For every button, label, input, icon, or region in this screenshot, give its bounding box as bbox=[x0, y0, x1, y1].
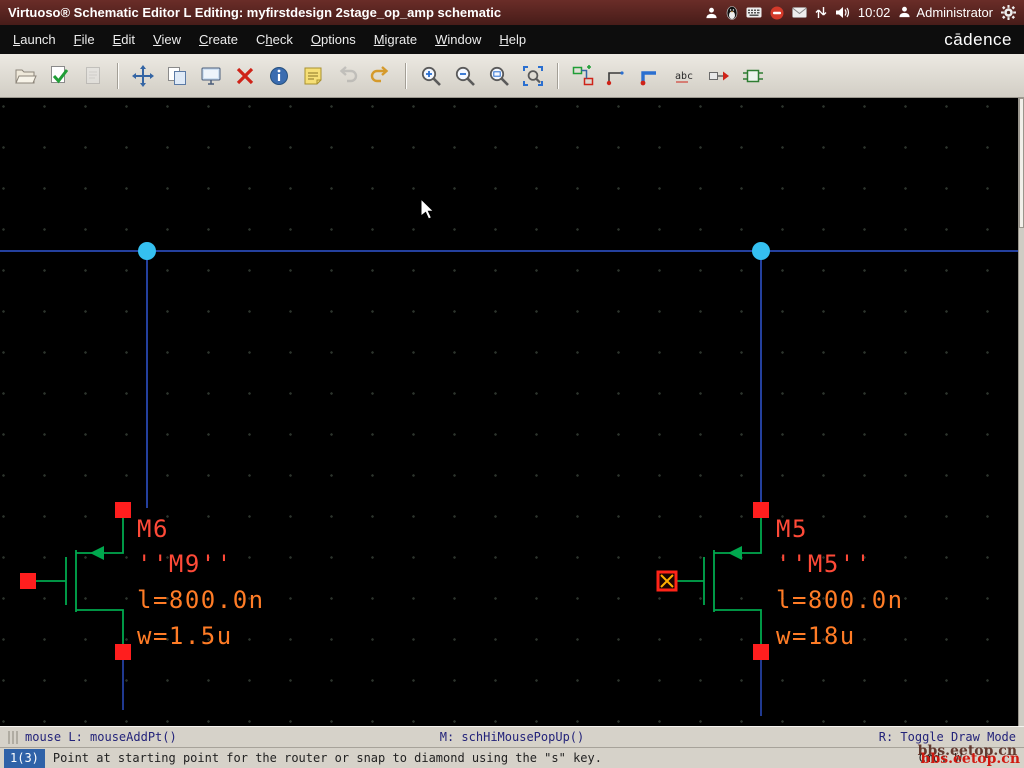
clock[interactable]: 10:02 bbox=[858, 5, 891, 20]
transistor-m5[interactable] bbox=[676, 518, 762, 644]
titlebar: Virtuoso® Schematic Editor L Editing: my… bbox=[0, 0, 1024, 25]
m6-model-label[interactable]: ''M9'' bbox=[137, 550, 233, 578]
menu-view[interactable]: View bbox=[144, 25, 190, 54]
m6-length-label[interactable]: l=800.0n bbox=[137, 586, 265, 614]
volume-icon[interactable] bbox=[835, 6, 850, 19]
user-icon bbox=[898, 5, 911, 21]
check-and-save-button[interactable] bbox=[43, 60, 75, 92]
cadence-logo: cādence bbox=[944, 29, 1012, 49]
schematic-canvas[interactable]: M6 ''M9'' l=800.0n w=1.5u M5 ''M5'' l=80… bbox=[0, 98, 1024, 726]
dnd-icon[interactable] bbox=[770, 6, 784, 20]
vertical-scrollbar-thumb[interactable] bbox=[1019, 98, 1024, 228]
menu-migrate[interactable]: Migrate bbox=[365, 25, 426, 54]
resize-grip-icon bbox=[8, 730, 18, 744]
user-icon[interactable] bbox=[705, 6, 718, 19]
instance-button[interactable] bbox=[567, 60, 599, 92]
zoom-out-button[interactable] bbox=[449, 60, 481, 92]
label-button[interactable]: abc bbox=[669, 60, 701, 92]
wire-narrow-button[interactable] bbox=[601, 60, 633, 92]
mouse-middle-binding: M: schHiMousePopUp() bbox=[439, 730, 585, 744]
crossed-pin-marker[interactable] bbox=[656, 570, 678, 592]
menu-edit[interactable]: Edit bbox=[104, 25, 144, 54]
mail-icon[interactable] bbox=[792, 7, 807, 18]
user-menu[interactable]: Administrator bbox=[898, 5, 993, 21]
updown-icon[interactable] bbox=[815, 6, 827, 19]
menu-help[interactable]: Help bbox=[490, 25, 535, 54]
statusbar: mouse L: mouseAddPt() M: schHiMousePopUp… bbox=[0, 726, 1024, 747]
promptbar: 1(3) Point at starting point for the rou… bbox=[0, 747, 1024, 768]
toolbar-separator bbox=[405, 62, 407, 89]
m5-model-label[interactable]: ''M5'' bbox=[776, 550, 872, 578]
svg-text:abc: abc bbox=[675, 71, 693, 82]
zoom-fit-button[interactable] bbox=[517, 60, 549, 92]
settings-gear-icon[interactable] bbox=[1001, 5, 1016, 20]
block-button[interactable] bbox=[737, 60, 769, 92]
copy-button[interactable] bbox=[161, 60, 193, 92]
mouse-right-binding: R: Toggle Draw Mode bbox=[878, 730, 1016, 744]
undo-button[interactable] bbox=[331, 60, 363, 92]
menu-window[interactable]: Window bbox=[426, 25, 490, 54]
system-tray bbox=[705, 5, 850, 20]
display-button[interactable] bbox=[195, 60, 227, 92]
redo-button[interactable] bbox=[365, 60, 397, 92]
delete-button[interactable] bbox=[229, 60, 261, 92]
transistor-m6[interactable] bbox=[36, 518, 124, 644]
toolbar: abc bbox=[0, 54, 1024, 98]
vertical-scrollbar[interactable] bbox=[1018, 98, 1024, 726]
m6-arrow bbox=[90, 546, 104, 560]
move-button[interactable] bbox=[127, 60, 159, 92]
m5-width-label[interactable]: w=18u bbox=[776, 622, 856, 650]
menubar-items: Launch File Edit View Create Check Options Migr… bbox=[0, 25, 535, 54]
m5-length-label[interactable]: l=800.0n bbox=[776, 586, 904, 614]
wire-wide-button[interactable] bbox=[635, 60, 667, 92]
watermark: bbs.eetop.cn bbox=[920, 751, 1020, 767]
menu-file[interactable]: File bbox=[65, 25, 104, 54]
user-name: Administrator bbox=[916, 5, 993, 20]
menu-check[interactable]: Check bbox=[247, 25, 302, 54]
properties-button[interactable] bbox=[263, 60, 295, 92]
menu-launch[interactable]: Launch bbox=[4, 25, 65, 54]
mouse-cursor bbox=[420, 197, 435, 220]
m5-arrow bbox=[728, 546, 742, 560]
save-button[interactable] bbox=[77, 60, 109, 92]
menu-create[interactable]: Create bbox=[190, 25, 247, 54]
toolbar-separator bbox=[557, 62, 559, 89]
pin-button[interactable] bbox=[703, 60, 735, 92]
zoom-selected-button[interactable] bbox=[483, 60, 515, 92]
menubar: Launch File Edit View Create Check Options Migr… bbox=[0, 25, 1024, 54]
m5-name-label[interactable]: M5 bbox=[776, 515, 808, 543]
window-title: Virtuoso® Schematic Editor L Editing: my… bbox=[8, 5, 502, 20]
m6-name-label[interactable]: M6 bbox=[137, 515, 169, 543]
selection-counter: 1(3) bbox=[4, 748, 45, 768]
toolbar-separator bbox=[117, 62, 119, 89]
zoom-in-button[interactable] bbox=[415, 60, 447, 92]
penguin-icon[interactable] bbox=[726, 5, 738, 20]
note-button[interactable] bbox=[297, 60, 329, 92]
menu-options[interactable]: Options bbox=[302, 25, 365, 54]
open-button[interactable] bbox=[9, 60, 41, 92]
mouse-left-binding: mouse L: mouseAddPt() bbox=[25, 730, 177, 744]
prompt-message: Point at starting point for the router o… bbox=[52, 751, 602, 765]
keyboard-icon[interactable] bbox=[746, 7, 762, 18]
m6-width-label[interactable]: w=1.5u bbox=[137, 622, 233, 650]
